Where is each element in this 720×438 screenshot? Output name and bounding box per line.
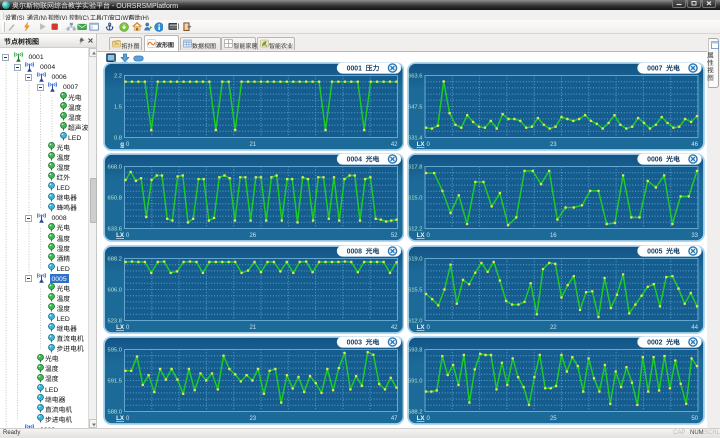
svg-text:0007 光电: 0007 光电 — [647, 63, 680, 73]
svg-text:42: 42 — [390, 325, 397, 331]
svg-text:0005 光电: 0005 光电 — [647, 245, 680, 255]
svg-text:1.5: 1.5 — [113, 105, 121, 111]
svg-text:688.2: 688.2 — [107, 256, 122, 262]
svg-text:617.8: 617.8 — [408, 165, 423, 171]
svg-text:LX: LX — [116, 324, 125, 331]
svg-text:LX: LX — [417, 324, 426, 331]
svg-text:647.5: 647.5 — [408, 105, 423, 111]
svg-text:21: 21 — [249, 325, 256, 331]
svg-text:0008 光电: 0008 光电 — [346, 245, 379, 255]
svg-text:LX: LX — [417, 141, 426, 148]
svg-text:591.0: 591.0 — [408, 379, 423, 385]
svg-text:0001 压力: 0001 压力 — [346, 63, 379, 73]
svg-text:23: 23 — [550, 142, 557, 148]
svg-text:0002 光电: 0002 光电 — [647, 337, 680, 347]
svg-text:LX: LX — [417, 415, 426, 422]
svg-text:2.2: 2.2 — [113, 74, 121, 80]
svg-text:50: 50 — [691, 416, 698, 422]
svg-text:23: 23 — [249, 416, 256, 422]
svg-text:595.0: 595.0 — [107, 348, 122, 354]
svg-text:619.0: 619.0 — [408, 256, 423, 262]
svg-text:668.0: 668.0 — [107, 165, 122, 171]
svg-text:615.0: 615.0 — [408, 196, 423, 202]
svg-text:52: 52 — [390, 233, 397, 239]
svg-text:0004 光电: 0004 光电 — [346, 154, 379, 164]
svg-text:593.8: 593.8 — [408, 348, 423, 354]
svg-text:606.0: 606.0 — [107, 287, 122, 293]
svg-text:25: 25 — [550, 416, 557, 422]
svg-text:44: 44 — [691, 325, 698, 331]
svg-text:591.5: 591.5 — [107, 379, 122, 385]
svg-text:0006 光电: 0006 光电 — [647, 154, 680, 164]
svg-text:LX: LX — [116, 415, 125, 422]
svg-text:33: 33 — [691, 233, 698, 239]
svg-text:47: 47 — [390, 416, 397, 422]
svg-text:650.8: 650.8 — [107, 196, 122, 202]
svg-text:LX: LX — [417, 232, 426, 239]
svg-text:22: 22 — [550, 325, 557, 331]
svg-text:26: 26 — [249, 233, 256, 239]
svg-text:615.5: 615.5 — [408, 287, 423, 293]
svg-text:21: 21 — [249, 142, 256, 148]
svg-text:0003 光电: 0003 光电 — [346, 337, 379, 347]
svg-text:663.6: 663.6 — [408, 74, 423, 80]
svg-text:g: g — [120, 141, 124, 148]
svg-text:LX: LX — [116, 232, 125, 239]
svg-text:16: 16 — [550, 233, 557, 239]
svg-text:42: 42 — [390, 142, 397, 148]
svg-text:46: 46 — [691, 142, 698, 148]
